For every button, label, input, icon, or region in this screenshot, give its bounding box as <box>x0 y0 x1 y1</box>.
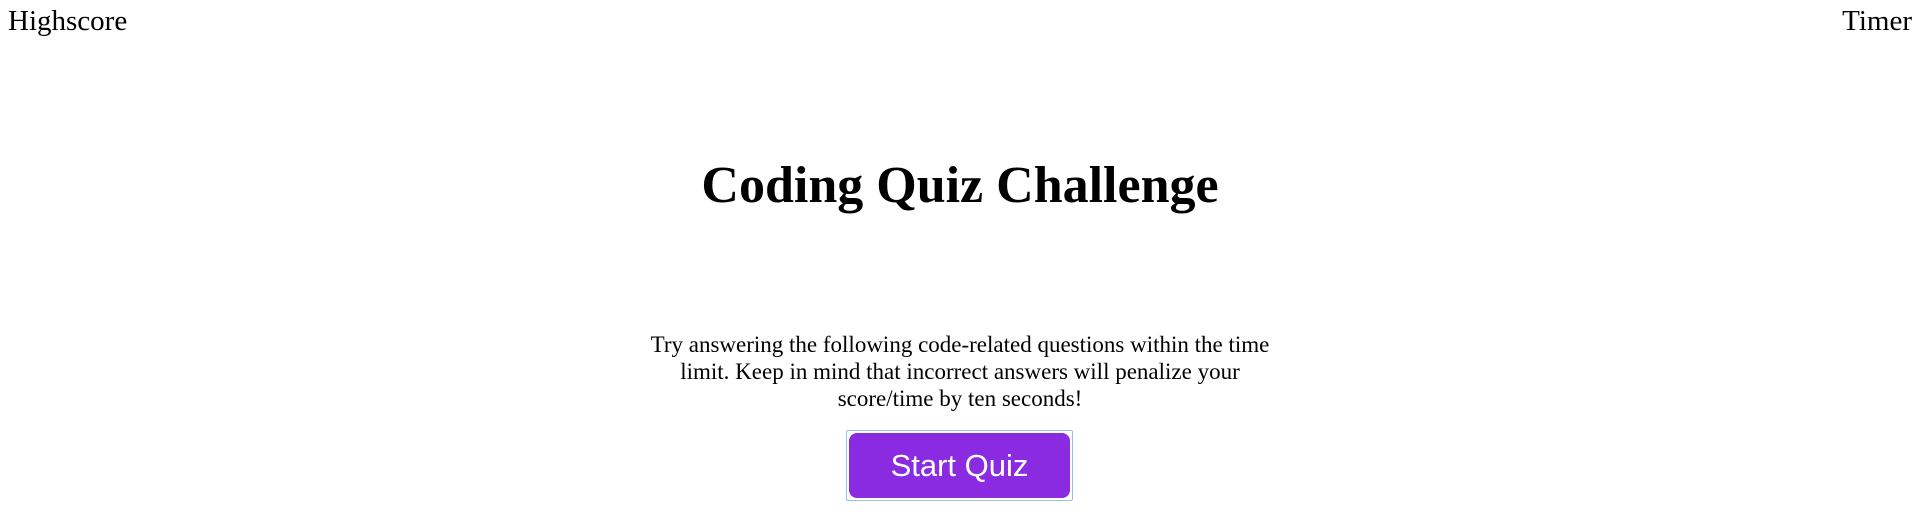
page-title: Coding Quiz Challenge <box>701 157 1219 214</box>
start-quiz-button[interactable]: Start Quiz <box>849 433 1070 498</box>
highscore-link[interactable]: Highscore <box>8 4 127 38</box>
start-button-focus-ring: Start Quiz <box>846 430 1073 501</box>
quiz-instructions: Try answering the following code-related… <box>650 332 1270 411</box>
timer-display: Timer <box>1842 5 1912 37</box>
